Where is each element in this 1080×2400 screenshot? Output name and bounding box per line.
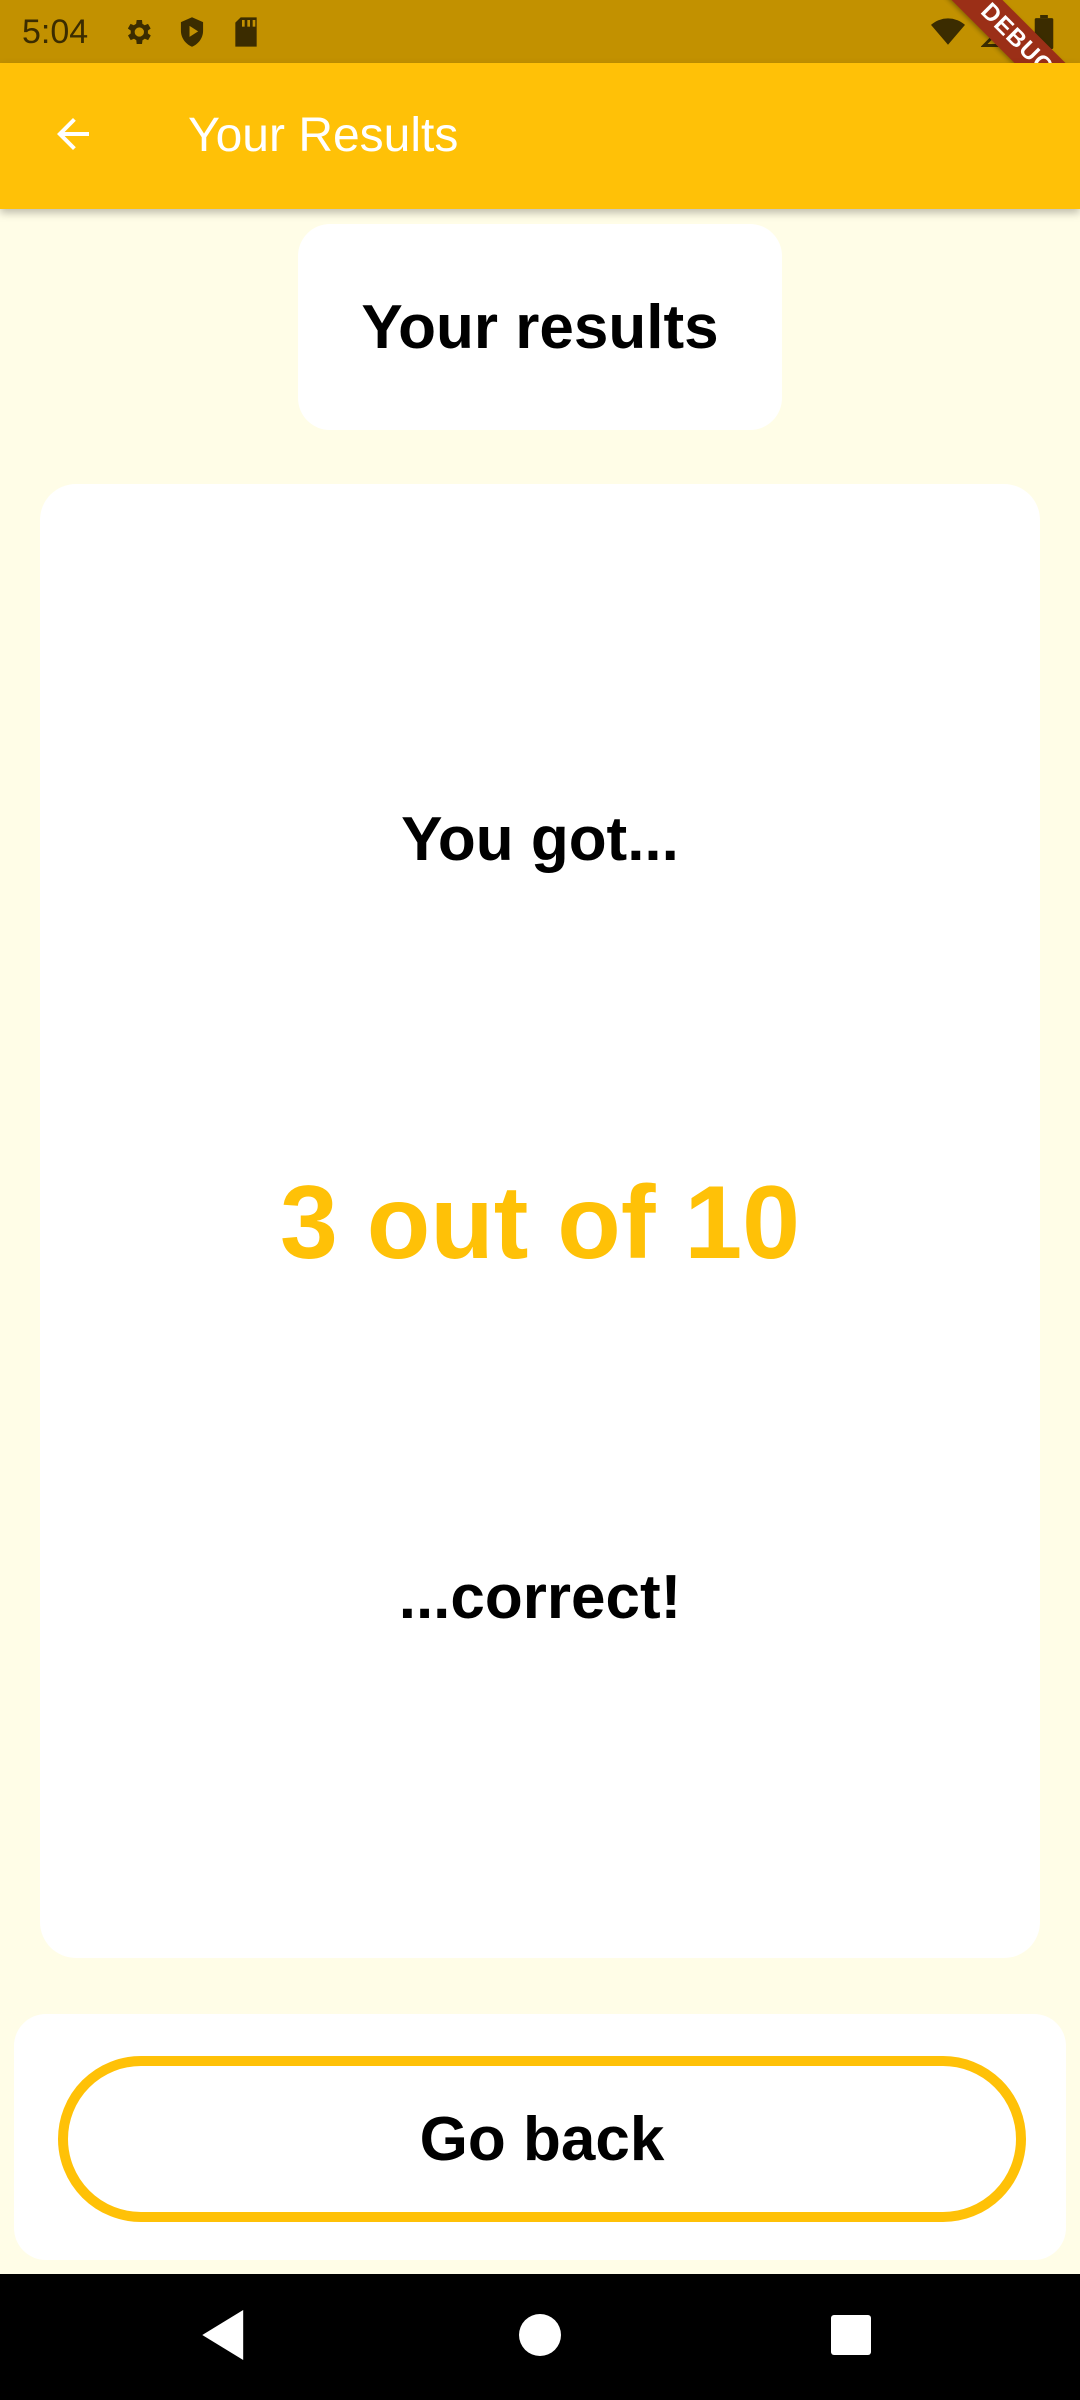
score-text: 3 out of 10: [279, 1165, 801, 1281]
result-card: You got... 3 out of 10 ...correct!: [40, 484, 1040, 1958]
recents-square-icon: [831, 2314, 871, 2360]
wifi-icon: [930, 14, 966, 50]
arrow-back-icon: [49, 110, 97, 163]
bottom-panel: Go back: [14, 2014, 1066, 2260]
shield-play-icon: [174, 14, 210, 50]
nav-back-button[interactable]: [192, 2304, 258, 2370]
result-outro-text: ...correct!: [398, 1563, 682, 1632]
status-icons-left: [120, 14, 264, 50]
home-circle-icon: [519, 2313, 561, 2361]
gear-icon: [120, 14, 156, 50]
back-triangle-icon: [202, 2309, 248, 2365]
app-bar: Your Results: [0, 63, 1080, 209]
system-nav-bar: [0, 2274, 1080, 2400]
back-button[interactable]: [30, 93, 116, 179]
header-card: Your results: [298, 224, 782, 430]
status-time: 5:04: [22, 13, 89, 51]
page-title: Your results: [361, 292, 719, 362]
go-back-button[interactable]: Go back: [58, 2056, 1026, 2222]
nav-home-button[interactable]: [507, 2304, 573, 2370]
app-bar-title: Your Results: [188, 109, 459, 162]
sd-card-icon: [228, 14, 264, 50]
result-intro-text: You got...: [401, 805, 679, 874]
nav-recents-button[interactable]: [818, 2304, 884, 2370]
status-bar: 5:04: [0, 0, 1080, 63]
